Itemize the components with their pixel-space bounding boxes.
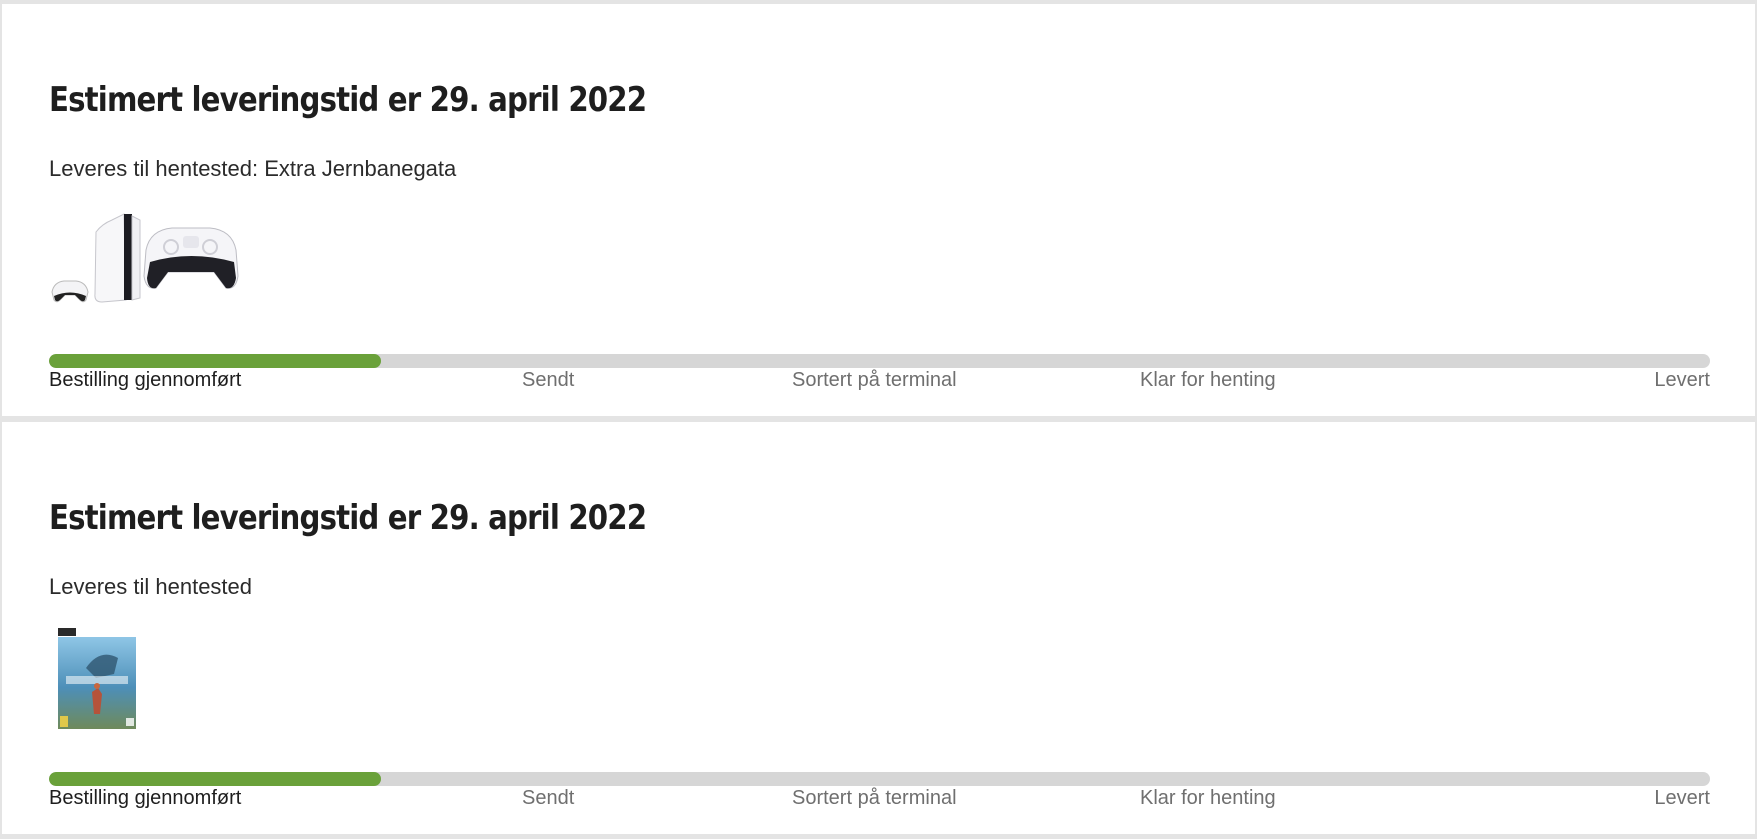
game-cover-image[interactable] [56, 628, 138, 732]
step-ready-for-pickup: Klar for henting [1140, 787, 1276, 809]
delivery-progress-fill [49, 354, 382, 368]
step-sorted-at-terminal: Sortert på terminal [792, 787, 957, 809]
step-sent: Sendt [522, 369, 575, 391]
delivery-progress-bar [49, 772, 1710, 786]
step-ready-for-pickup: Klar for henting [1140, 369, 1276, 391]
order-card: Estimert leveringstid er 29. april 2022 … [2, 4, 1755, 416]
estimated-delivery-title: Estimert leveringstid er 29. april 2022 [49, 498, 647, 538]
console-image [94, 213, 141, 303]
small-controller-image [51, 280, 89, 303]
step-sorted-at-terminal: Sortert på terminal [792, 369, 957, 391]
order-tracking-page: Estimert leveringstid er 29. april 2022 … [0, 0, 1757, 839]
ps5-product-image[interactable] [50, 206, 242, 310]
delivery-progress-bar [49, 354, 1710, 368]
step-order-completed: Bestilling gjennomført [49, 787, 242, 809]
large-controller-image [143, 227, 239, 289]
pickup-location-text: Leveres til hentested [49, 574, 253, 599]
estimated-delivery-title: Estimert leveringstid er 29. april 2022 [49, 80, 647, 120]
pickup-location-text: Leveres til hentested: Extra Jernbanegat… [49, 156, 457, 181]
step-sent: Sendt [522, 787, 575, 809]
step-order-completed: Bestilling gjennomført [49, 369, 242, 391]
order-card: Estimert leveringstid er 29. april 2022 … [2, 422, 1755, 834]
step-delivered: Levert [1654, 369, 1710, 391]
step-delivered: Levert [1654, 787, 1710, 809]
delivery-progress-fill [49, 772, 382, 786]
